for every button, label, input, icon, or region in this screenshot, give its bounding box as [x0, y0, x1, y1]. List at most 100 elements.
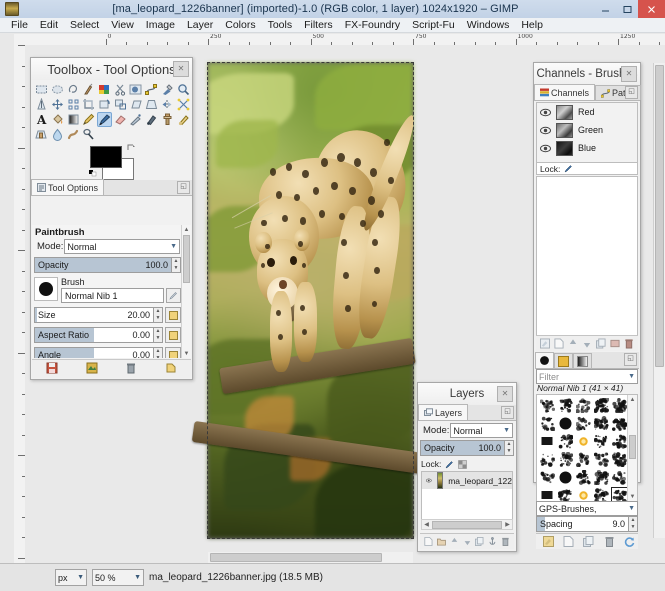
menu-select[interactable]: Select: [64, 18, 105, 33]
brush-cell[interactable]: [575, 469, 592, 486]
measure-tool[interactable]: [34, 97, 50, 112]
size-slider[interactable]: Size 20.00: [34, 307, 154, 323]
ink-tool[interactable]: [144, 112, 160, 127]
brush-cell[interactable]: [611, 397, 628, 414]
bucket-fill-tool[interactable]: [50, 112, 66, 127]
brush-preview[interactable]: [34, 277, 58, 301]
lower-channel-button[interactable]: [582, 338, 592, 349]
menu-tools[interactable]: Tools: [262, 18, 299, 33]
tool-options-scrollbar[interactable]: ▲ ▼: [181, 225, 191, 358]
channels-menu-button[interactable]: ◱: [625, 86, 638, 99]
swap-colors-icon[interactable]: [127, 144, 136, 153]
delete-layer-button[interactable]: [501, 536, 510, 547]
brushes-tab[interactable]: [535, 352, 554, 368]
scroll-left-icon[interactable]: ◀: [422, 520, 431, 529]
maximize-button[interactable]: [616, 0, 638, 18]
eye-icon[interactable]: [540, 144, 551, 153]
brush-cell[interactable]: [611, 451, 628, 468]
lock-pixels-icon[interactable]: [445, 460, 454, 469]
heal-tool[interactable]: [175, 112, 191, 127]
blend-tool[interactable]: [65, 112, 81, 127]
brushes-menu-button[interactable]: ◱: [624, 353, 637, 366]
zoom-select[interactable]: 50 % ▼: [92, 569, 144, 586]
channel-row-red[interactable]: Red: [537, 103, 637, 121]
brush-grid-scrollbar[interactable]: ▲ ▼: [627, 395, 637, 501]
perspective-tool[interactable]: [144, 97, 160, 112]
brush-cell[interactable]: [539, 451, 556, 468]
aspect-ratio-reset-icon[interactable]: [165, 327, 181, 343]
ellipse-select-tool[interactable]: [50, 82, 66, 97]
brush-cell[interactable]: [575, 397, 592, 414]
new-layer-button[interactable]: [424, 536, 433, 547]
flip-tool[interactable]: [160, 97, 176, 112]
reset-tool-options-button[interactable]: [165, 362, 177, 377]
pencil-tool[interactable]: [81, 112, 97, 127]
crop-tool[interactable]: [81, 97, 97, 112]
menu-windows[interactable]: Windows: [461, 18, 516, 33]
brush-cell[interactable]: [611, 469, 628, 486]
fuzzy-select-tool[interactable]: [81, 82, 97, 97]
layer-list[interactable]: ma_leopard_122: [421, 471, 513, 521]
brush-cell[interactable]: [575, 433, 592, 450]
foreground-color-swatch[interactable]: [90, 146, 122, 168]
perspective-clone-tool[interactable]: [34, 127, 50, 142]
brush-cell[interactable]: [593, 469, 610, 486]
angle-spinner[interactable]: ▲▼: [154, 347, 163, 358]
paths-tool[interactable]: [144, 82, 160, 97]
duplicate-channel-button[interactable]: [596, 338, 606, 349]
brush-cell[interactable]: [539, 433, 556, 450]
edit-channel-attributes-button[interactable]: [540, 338, 550, 349]
layer-row-ma-leopard[interactable]: ma_leopard_122: [422, 472, 512, 489]
new-channel-button[interactable]: [554, 338, 564, 349]
brush-cell[interactable]: [557, 415, 574, 432]
brush-cell[interactable]: [557, 397, 574, 414]
brush-cell[interactable]: [593, 487, 610, 502]
brush-cell[interactable]: [593, 451, 610, 468]
menu-colors[interactable]: Colors: [219, 18, 261, 33]
minimize-button[interactable]: [594, 0, 616, 18]
tab-tool-options[interactable]: Tool Options: [31, 179, 104, 195]
canvas-vertical-scrollbar[interactable]: [653, 63, 665, 538]
delete-tool-preset-button[interactable]: [125, 362, 137, 377]
brush-cell[interactable]: [575, 415, 592, 432]
refresh-brushes-button[interactable]: [624, 536, 635, 547]
edit-brush-button[interactable]: [543, 536, 554, 547]
channel-list[interactable]: Red Green Blue: [536, 102, 638, 163]
menu-file[interactable]: File: [5, 18, 34, 33]
menu-view[interactable]: View: [105, 18, 140, 33]
new-brush-button[interactable]: [563, 536, 574, 547]
menu-script-fu[interactable]: Script-Fu: [406, 18, 461, 33]
menu-filters[interactable]: Filters: [298, 18, 339, 33]
tool-options-menu-button[interactable]: ◱: [177, 181, 190, 194]
alignment-tool[interactable]: [65, 97, 81, 112]
save-tool-preset-button[interactable]: [46, 362, 58, 377]
brush-cell[interactable]: [575, 451, 592, 468]
brush-cell[interactable]: [539, 415, 556, 432]
brush-cell[interactable]: [611, 433, 628, 450]
channels-brushes-dock[interactable]: Channels - Brushes ✕ Channels Paths ◱ Re…: [533, 62, 641, 483]
canvas-horizontal-scrollbar[interactable]: [208, 552, 413, 563]
brush-filter-input[interactable]: Filter ▼: [536, 369, 638, 384]
layers-menu-button[interactable]: ◱: [501, 406, 514, 419]
clone-tool[interactable]: [160, 112, 176, 127]
tool-icon-grid[interactable]: A: [31, 80, 192, 142]
brush-cell[interactable]: [539, 469, 556, 486]
reset-colors-icon[interactable]: [89, 168, 98, 177]
opacity-spinner[interactable]: ▲▼: [172, 257, 181, 273]
spacing-spinner[interactable]: ▲▼: [629, 516, 638, 532]
rect-select-tool[interactable]: [34, 82, 50, 97]
unit-select[interactable]: px ▼: [55, 569, 87, 586]
paintbrush-tool[interactable]: [97, 112, 113, 127]
dodge-burn-tool[interactable]: [81, 127, 97, 142]
opacity-slider[interactable]: Opacity 100.0: [34, 257, 172, 273]
brush-cell[interactable]: [611, 415, 628, 432]
scroll-down-icon[interactable]: ▼: [628, 492, 637, 501]
channel-row-green[interactable]: Green: [537, 121, 637, 139]
edit-brush-icon[interactable]: [166, 288, 181, 303]
free-select-tool[interactable]: [65, 82, 81, 97]
rotate-tool[interactable]: [97, 97, 113, 112]
brush-grid[interactable]: ▲ ▼: [536, 394, 638, 502]
menu-fx-foundry[interactable]: FX-Foundry: [339, 18, 406, 33]
foreground-background-color-area[interactable]: [90, 146, 134, 176]
tab-channels[interactable]: Channels: [534, 84, 595, 100]
